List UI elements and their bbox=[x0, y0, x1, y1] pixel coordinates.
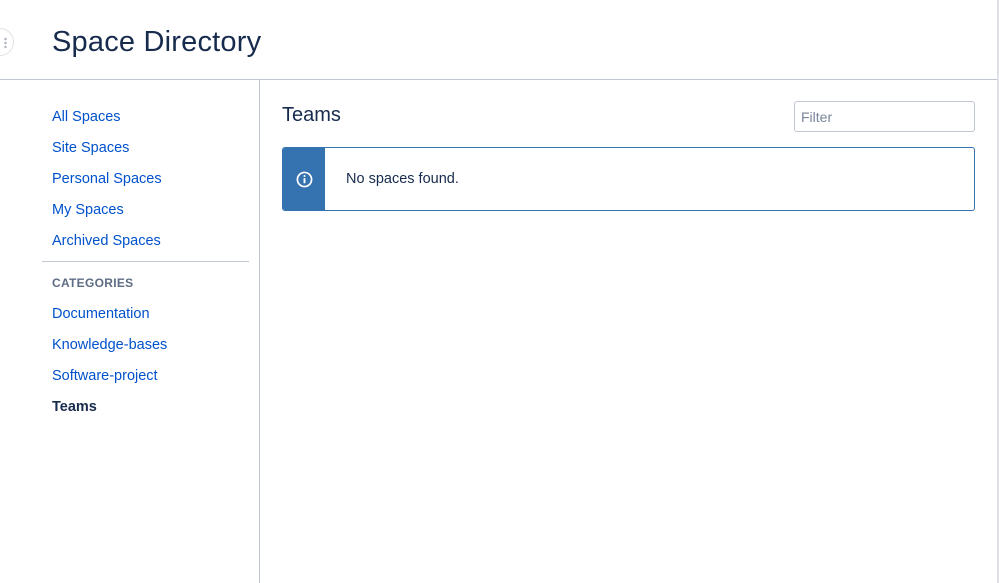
info-message: No spaces found. bbox=[282, 147, 975, 211]
category-item: Teams bbox=[52, 397, 167, 428]
nav-link-site-spaces[interactable]: Site Spaces bbox=[52, 138, 129, 158]
nav-link-archived-spaces[interactable]: Archived Spaces bbox=[52, 231, 161, 251]
space-type-nav: All Spaces Site Spaces Personal Spaces M… bbox=[52, 107, 162, 262]
nav-item: Site Spaces bbox=[52, 138, 162, 169]
category-item: Knowledge-bases bbox=[52, 335, 167, 366]
sidebar: All Spaces Site Spaces Personal Spaces M… bbox=[0, 80, 260, 583]
page-title: Space Directory bbox=[52, 26, 262, 58]
section-title: Teams bbox=[282, 104, 341, 126]
nav-item: Personal Spaces bbox=[52, 169, 162, 200]
sidebar-divider bbox=[42, 261, 249, 262]
categories-heading: CATEGORIES bbox=[52, 276, 134, 290]
category-link-documentation[interactable]: Documentation bbox=[52, 304, 150, 324]
info-icon bbox=[296, 171, 312, 187]
nav-link-personal-spaces[interactable]: Personal Spaces bbox=[52, 169, 162, 189]
category-item: Documentation bbox=[52, 304, 167, 335]
category-link-teams-active[interactable]: Teams bbox=[52, 397, 97, 417]
page-header: Space Directory bbox=[0, 0, 997, 80]
message-icon-bar bbox=[283, 148, 325, 210]
category-item: Software-project bbox=[52, 366, 167, 397]
main-content: Teams No spaces found. bbox=[261, 80, 997, 583]
nav-item: My Spaces bbox=[52, 200, 162, 231]
category-link-software-project[interactable]: Software-project bbox=[52, 366, 158, 386]
nav-item: Archived Spaces bbox=[52, 231, 162, 262]
category-link-knowledge-bases[interactable]: Knowledge-bases bbox=[52, 335, 167, 355]
nav-link-my-spaces[interactable]: My Spaces bbox=[52, 200, 124, 220]
nav-item: All Spaces bbox=[52, 107, 162, 138]
filter-input[interactable] bbox=[794, 101, 975, 132]
space-directory-page: Space Directory All Spaces Site Spaces P… bbox=[0, 0, 999, 583]
nav-link-all-spaces[interactable]: All Spaces bbox=[52, 107, 121, 127]
category-nav: Documentation Knowledge-bases Software-p… bbox=[52, 304, 167, 428]
message-text: No spaces found. bbox=[346, 171, 459, 187]
